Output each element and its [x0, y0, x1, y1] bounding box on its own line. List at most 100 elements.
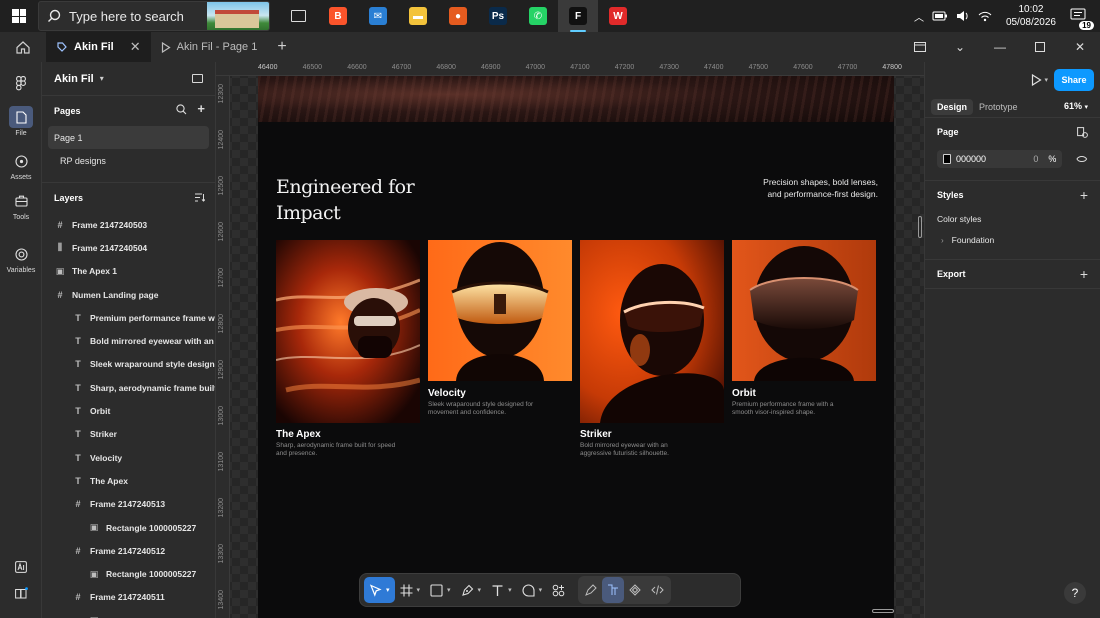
- present-play-icon[interactable]: [1031, 74, 1042, 86]
- home-button[interactable]: [0, 32, 46, 62]
- search-icon[interactable]: [176, 104, 187, 115]
- layer-row[interactable]: T Striker: [42, 423, 215, 446]
- layer-row[interactable]: ⫼ Frame 2147240504: [42, 236, 215, 259]
- taskbar-app-whatsapp[interactable]: ✆: [518, 0, 558, 32]
- chevron-down-icon[interactable]: ▾: [386, 586, 390, 594]
- layer-label: The Apex: [90, 475, 128, 486]
- page-item-rp-designs[interactable]: RP designs: [48, 149, 209, 172]
- frame-icon: [400, 584, 413, 596]
- close-window-button[interactable]: ✕: [1060, 32, 1100, 62]
- page-background-color-field[interactable]: 000000 0 %: [937, 150, 1063, 168]
- rail-variables-button[interactable]: Variables: [0, 243, 42, 274]
- design-mode-button[interactable]: [602, 577, 625, 603]
- rail-library-button[interactable]: [0, 582, 42, 604]
- notification-icon[interactable]: 19: [1070, 8, 1094, 30]
- taskbar-app-mail[interactable]: ✉: [358, 0, 398, 32]
- layer-row[interactable]: # Frame 2147240503: [42, 213, 215, 236]
- add-page-plus-icon[interactable]: +: [197, 102, 205, 115]
- sort-layers-icon[interactable]: [195, 193, 205, 202]
- main-menu-button[interactable]: [0, 72, 42, 94]
- minimize-button[interactable]: —: [980, 32, 1020, 62]
- wifi-icon[interactable]: [978, 10, 992, 22]
- taskbar-app-file-explorer[interactable]: ▬: [398, 0, 438, 32]
- actions-tool[interactable]: [547, 577, 570, 603]
- file-name-menu[interactable]: Akin Fil ▾: [42, 62, 215, 96]
- taskbar-app-figma[interactable]: F: [558, 0, 598, 32]
- comment-tool[interactable]: ▾: [517, 577, 548, 603]
- zoom-level[interactable]: 61% ▾: [1064, 101, 1088, 111]
- chevron-down-icon[interactable]: ▾: [478, 586, 482, 594]
- taskbar-search-input[interactable]: Type here to search: [38, 1, 270, 31]
- layer-row[interactable]: ▣ The Apex 1: [42, 260, 215, 283]
- style-group-foundation[interactable]: › Foundation: [937, 229, 1088, 251]
- layer-row[interactable]: # Frame 2147240513: [42, 493, 215, 516]
- shape-tool[interactable]: ▾: [425, 577, 456, 603]
- prototype-mode-button[interactable]: [624, 577, 646, 603]
- layer-row[interactable]: T Bold mirrored eyewear with an ag: [42, 329, 215, 352]
- chevron-down-icon[interactable]: ▾: [539, 586, 543, 594]
- tab-prototype[interactable]: Prototype: [973, 99, 1024, 115]
- add-style-plus-icon[interactable]: +: [1080, 187, 1088, 203]
- windows-taskbar: Type here to search ⧉ B ✉ ▬ ● Ps ✆ F W ︿ 10:02 0…: [0, 0, 1100, 32]
- close-icon[interactable]: ✕: [130, 39, 141, 55]
- help-button[interactable]: ?: [1064, 582, 1086, 604]
- layer-row[interactable]: T Sharp, aerodynamic frame built fo: [42, 376, 215, 399]
- eye-icon[interactable]: [1076, 155, 1088, 163]
- chevron-down-icon[interactable]: ▾: [508, 586, 512, 594]
- color-swatch[interactable]: [943, 154, 951, 164]
- taskbar-app-wps[interactable]: W: [598, 0, 638, 32]
- tab-design[interactable]: Design: [931, 98, 974, 115]
- text-layer-icon: T: [75, 429, 81, 440]
- rail-file-button[interactable]: File: [0, 106, 42, 137]
- move-tool[interactable]: ▾: [364, 577, 395, 603]
- layer-row[interactable]: T Velocity: [42, 446, 215, 469]
- tab-akin-fil[interactable]: Akin Fil ✕: [46, 32, 151, 62]
- page-item-page-1[interactable]: Page 1: [48, 126, 209, 149]
- design-canvas[interactable]: 46400 46500 46600 46700 46800 46900 47000 47100…: [216, 62, 924, 618]
- taskbar-app-photoshop[interactable]: Ps: [478, 0, 518, 32]
- layer-row[interactable]: ▣Rectangle 1000005227: [42, 562, 215, 585]
- new-tab-plus-icon[interactable]: +: [267, 38, 296, 56]
- layer-row[interactable]: # Frame 2147240511: [42, 586, 215, 609]
- layer-row[interactable]: T Sleek wraparound style designed: [42, 353, 215, 376]
- section-title[interactable]: Engineered for Impact: [276, 174, 415, 226]
- maximize-button[interactable]: [1020, 32, 1060, 62]
- frame-tool[interactable]: ▾: [395, 577, 426, 603]
- rail-plugin-button[interactable]: [0, 556, 42, 578]
- taskbar-app-task-view[interactable]: ⧉: [278, 0, 318, 32]
- layer-row[interactable]: T Premium performance frame with: [42, 306, 215, 329]
- layer-row[interactable]: T Orbit: [42, 399, 215, 422]
- taskbar-clock[interactable]: 10:02 05/08/2026: [1006, 3, 1056, 29]
- layer-row[interactable]: T The Apex: [42, 469, 215, 492]
- chevron-down-icon[interactable]: ⌄: [940, 32, 980, 62]
- layer-row[interactable]: # Frame 2147240512: [42, 539, 215, 562]
- taskbar-app-firefox[interactable]: ●: [438, 0, 478, 32]
- sidebar-icon[interactable]: [900, 32, 940, 62]
- taskbar-app-brave[interactable]: B: [318, 0, 358, 32]
- volume-icon[interactable]: [956, 10, 970, 22]
- local-variables-icon[interactable]: [1077, 127, 1088, 138]
- pen-tool[interactable]: ▾: [456, 577, 487, 603]
- layer-row[interactable]: ▣Rectangle 1000005227: [42, 609, 215, 618]
- tab-akin-fil-page-1[interactable]: Akin Fil - Page 1: [151, 32, 268, 62]
- chevron-down-icon[interactable]: ▾: [1044, 76, 1048, 84]
- windows-start-icon[interactable]: [0, 0, 38, 32]
- vertical-scrollbar[interactable]: [918, 216, 922, 238]
- chevron-up-icon[interactable]: ︿: [914, 9, 924, 24]
- add-export-plus-icon[interactable]: +: [1080, 266, 1088, 282]
- layer-row[interactable]: # Numen Landing page: [42, 283, 215, 306]
- rail-assets-button[interactable]: Assets: [0, 150, 42, 181]
- share-button[interactable]: Share: [1054, 69, 1094, 91]
- chevron-down-icon[interactable]: ▾: [417, 586, 421, 594]
- rail-tools-button[interactable]: Tools: [0, 190, 42, 221]
- section-intro-text[interactable]: Precision shapes, bold lenses, and perfo…: [728, 176, 878, 200]
- dev-mode-button[interactable]: [646, 577, 669, 603]
- horizontal-scrollbar[interactable]: [872, 609, 894, 613]
- battery-icon[interactable]: [932, 11, 948, 21]
- layer-row[interactable]: ▣Rectangle 1000005227: [42, 516, 215, 539]
- toggle-sidebar-icon[interactable]: [192, 74, 203, 83]
- draw-mode-button[interactable]: [580, 577, 602, 603]
- text-tool[interactable]: ▾: [486, 577, 517, 603]
- chevron-down-icon[interactable]: ▾: [447, 586, 451, 594]
- numen-landing-frame[interactable]: Engineered for Impact Precision shapes, …: [258, 76, 894, 618]
